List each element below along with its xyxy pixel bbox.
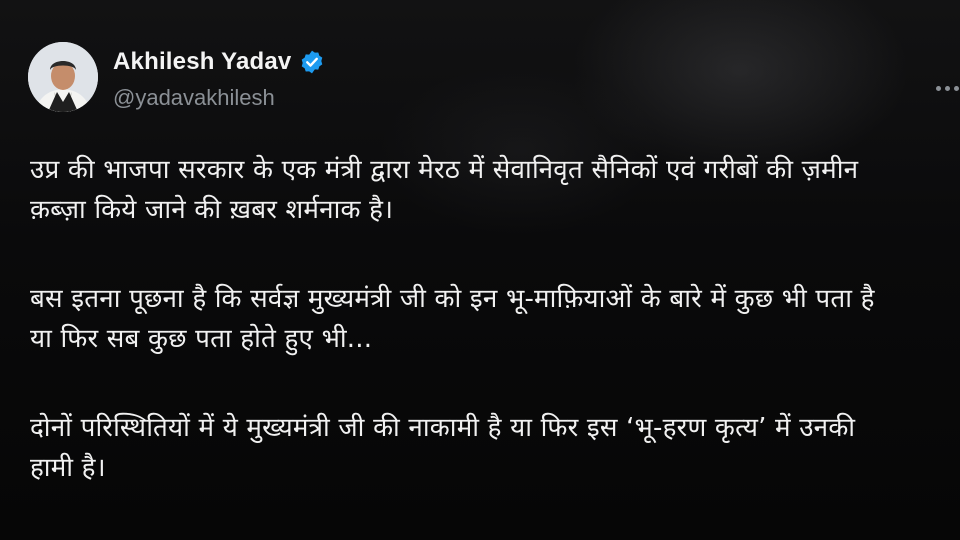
more-dot — [954, 85, 959, 91]
verified-badge-icon — [302, 50, 323, 74]
display-name[interactable]: Akhilesh Yadav — [113, 48, 291, 76]
tweet-paragraph: दोनों परिस्थितियों में ये मुख्यमंत्री जी… — [30, 413, 856, 483]
avatar[interactable] — [28, 42, 98, 112]
more-dot — [945, 85, 950, 91]
tweet-screen: Akhilesh Yadav @yadavakhilesh उप्र की भा… — [0, 0, 960, 540]
author-name-row[interactable]: Akhilesh Yadav — [113, 48, 325, 76]
tweet-text: उप्र की भाजपा सरकार के एक मंत्री द्वारा … — [30, 150, 950, 488]
profile-photo-icon — [28, 42, 98, 112]
more-options-icon[interactable] — [936, 78, 960, 98]
tweet-paragraph: बस इतना पूछना है कि सर्वज्ञ मुख्यमंत्री … — [30, 284, 875, 354]
more-dot — [936, 85, 941, 91]
author-handle[interactable]: @yadavakhilesh — [113, 85, 275, 111]
tweet-paragraph: उप्र की भाजपा सरकार के एक मंत्री द्वारा … — [30, 155, 859, 225]
